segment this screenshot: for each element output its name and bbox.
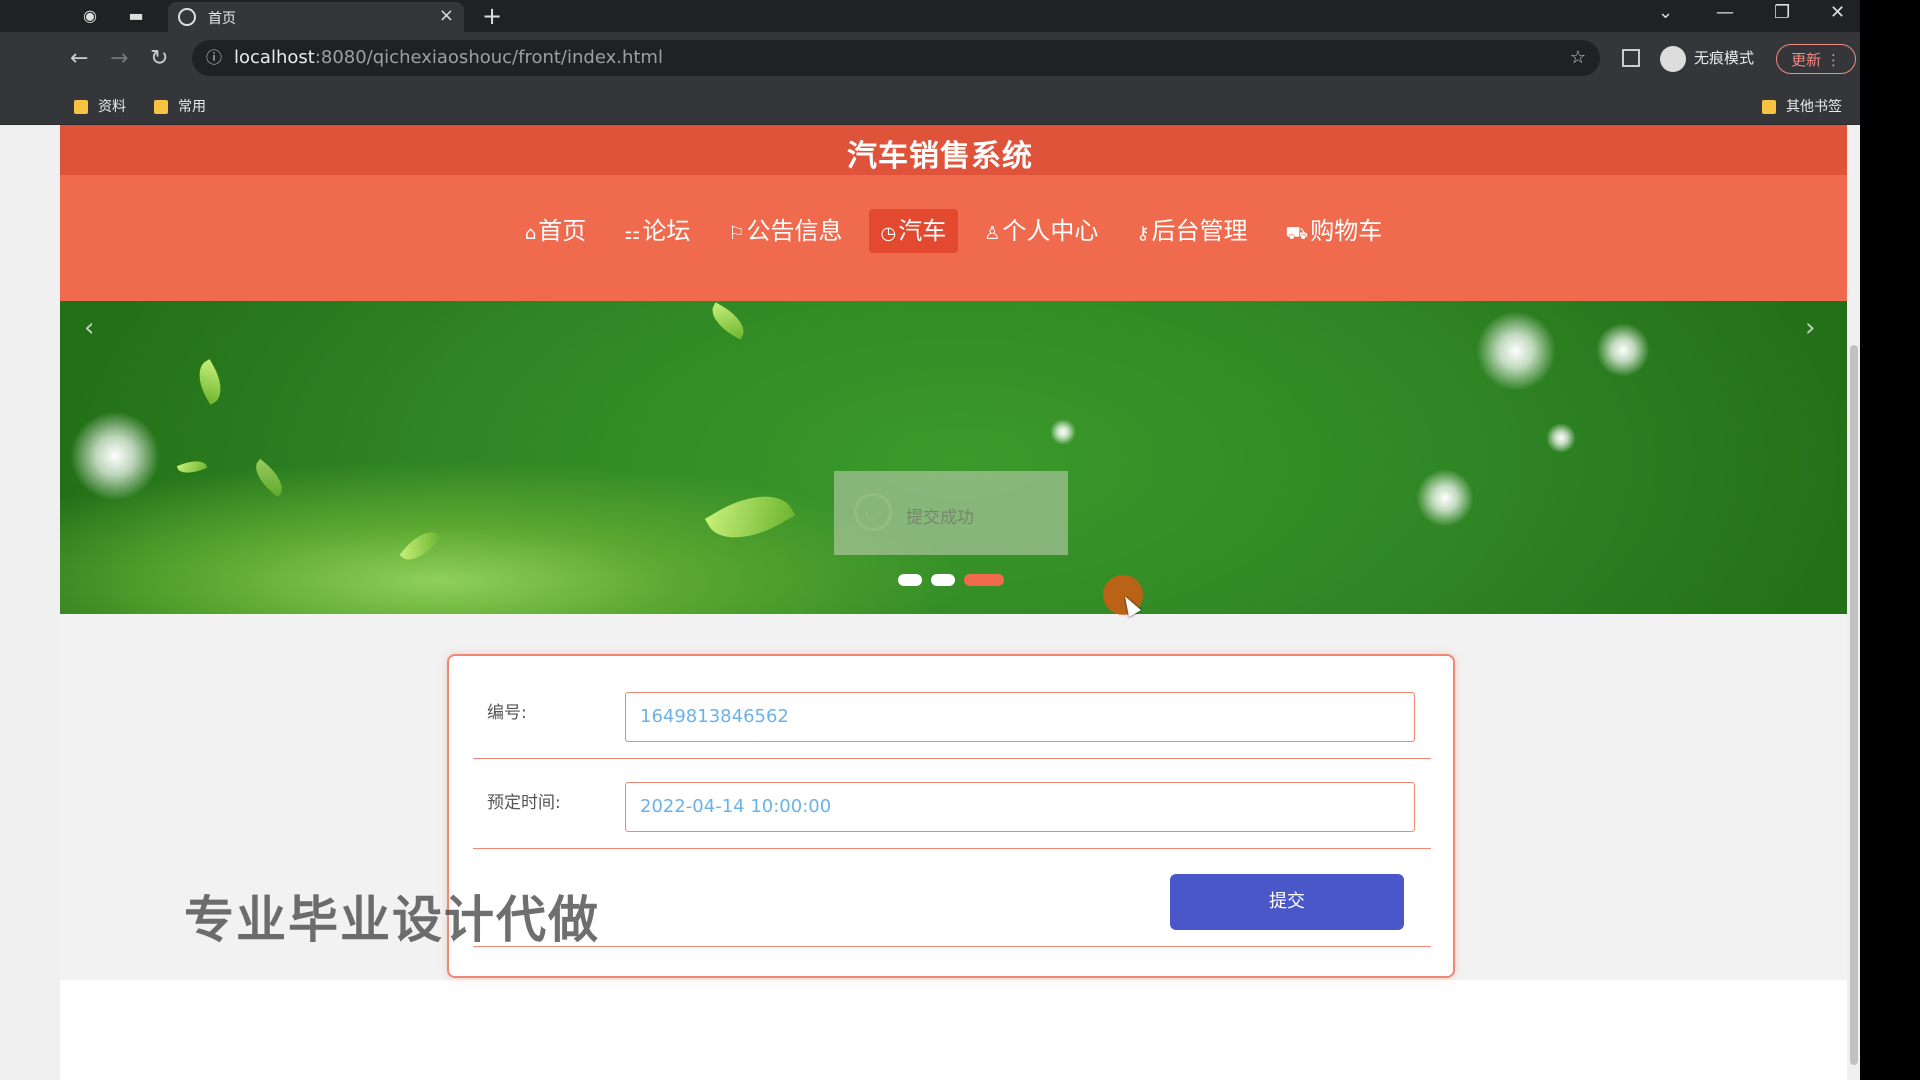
- browser-tab[interactable]: 首页 ×: [168, 2, 464, 32]
- carousel-dot[interactable]: [898, 574, 922, 586]
- site-title: 汽车销售系统: [847, 139, 1033, 174]
- site-info-icon[interactable]: ⓘ: [206, 40, 222, 76]
- light-glow: [1050, 419, 1076, 445]
- carousel-indicators: [898, 574, 1013, 588]
- close-tab-icon[interactable]: ×: [439, 5, 454, 26]
- nav-item-label: 后台管理: [1151, 217, 1248, 245]
- tab-title: 首页: [208, 11, 236, 27]
- carousel-dot[interactable]: [964, 574, 1004, 586]
- leaf-decoration: [399, 524, 441, 568]
- nav-item-5[interactable]: ⚷后台管理: [1124, 209, 1259, 253]
- nav-item-2[interactable]: ⚐公告信息: [716, 209, 854, 253]
- nav-item-4[interactable]: ♙个人中心: [972, 209, 1110, 253]
- nav-item-label: 购物车: [1310, 217, 1383, 245]
- address-bar[interactable]: ⓘ localhost:8080/qichexiaoshouc/front/in…: [192, 40, 1600, 76]
- profile-icon[interactable]: ◉: [80, 6, 100, 26]
- nav-item-label: 首页: [538, 217, 587, 245]
- booking-time-input[interactable]: 2022-04-14 10:00:00: [625, 782, 1415, 832]
- url-path: :8080/qichexiaoshouc/front/index.html: [314, 47, 663, 68]
- leaf-decoration: [705, 302, 751, 340]
- carousel-dot[interactable]: [931, 574, 955, 586]
- tab-bar: ◉ ▬ 首页 × + ⌄ — ❐ ✕: [0, 0, 1860, 32]
- bookmark-label: 常用: [178, 99, 206, 115]
- banner-carousel: ‹ › ◡ 提交成功: [60, 301, 1847, 614]
- site-header: 汽车销售系统: [60, 125, 1847, 175]
- nav-item-icon: ⚷: [1136, 223, 1150, 244]
- carousel-prev-icon[interactable]: ‹: [84, 313, 94, 343]
- folder-icon: [74, 100, 88, 114]
- reload-icon[interactable]: ↻: [150, 46, 168, 71]
- nav-item-label: 论坛: [642, 217, 691, 245]
- browser-toolbar: ← → ↻ ⓘ localhost:8080/qichexiaoshouc/fr…: [0, 32, 1860, 90]
- nav-item-0[interactable]: ⌂首页: [513, 209, 598, 253]
- nav-item-label: 公告信息: [746, 217, 843, 245]
- restore-icon[interactable]: ❐: [1774, 2, 1790, 23]
- url-host: localhost: [234, 47, 315, 68]
- tab-search-icon[interactable]: ⌄: [1658, 2, 1673, 23]
- update-label: 更新: [1791, 51, 1822, 69]
- close-window-icon[interactable]: ✕: [1830, 2, 1845, 23]
- nav-item-icon: ⚐: [728, 223, 745, 244]
- bookmark-folder-1[interactable]: 资料: [74, 98, 126, 116]
- light-glow: [1546, 423, 1576, 453]
- nav-item-icon: ⛟: [1285, 223, 1309, 244]
- bookmark-folder-2[interactable]: 常用: [154, 98, 206, 116]
- incognito-label: 无痕模式: [1694, 49, 1755, 67]
- other-bookmarks[interactable]: 其他书签: [1762, 98, 1842, 116]
- nav-item-6[interactable]: ⛟购物车: [1274, 209, 1395, 253]
- minimize-icon[interactable]: —: [1716, 2, 1734, 23]
- folder-icon: [1762, 100, 1776, 114]
- leaf-decoration: [176, 456, 208, 478]
- back-icon[interactable]: ←: [70, 46, 88, 71]
- leaf-decoration: [190, 359, 230, 405]
- forward-icon[interactable]: →: [110, 46, 128, 71]
- bookmarks-bar: 资料 常用 其他书签: [0, 90, 1860, 125]
- nav-item-label: 汽车: [898, 217, 947, 245]
- form-row-time: 预定时间: 2022-04-14 10:00:00: [473, 774, 1431, 849]
- watermark-text: 专业毕业设计代做: [184, 891, 600, 949]
- toast-message: 提交成功: [906, 508, 974, 528]
- light-glow: [1416, 469, 1474, 527]
- nav-item-icon: ♙: [984, 223, 1001, 244]
- nav-menu: ⌂首页 ⚏论坛 ⚐公告信息 ◷汽车 ♙个人中心 ⚷后台管理 ⛟购物车: [60, 209, 1847, 257]
- form-row-number: 编号: 1649813846562: [473, 684, 1431, 759]
- incognito-icon: [1660, 45, 1686, 72]
- leaf-decoration: [704, 478, 796, 556]
- folder-icon: [154, 100, 168, 114]
- nav-item-icon: ⚏: [624, 223, 641, 244]
- carousel-next-icon[interactable]: ›: [1805, 313, 1815, 343]
- update-button[interactable]: 更新 ⋮: [1776, 44, 1856, 74]
- bookmark-star-icon[interactable]: ☆: [1570, 40, 1586, 76]
- success-toast: ◡ 提交成功: [834, 471, 1068, 555]
- leaf-decoration: [248, 458, 290, 498]
- nav-item-icon: ⌂: [524, 223, 537, 244]
- page-scrollbar[interactable]: [1848, 125, 1860, 1080]
- booking-time-label: 预定时间:: [487, 793, 561, 813]
- main-nav: ⌂首页 ⚏论坛 ⚐公告信息 ◷汽车 ♙个人中心 ⚷后台管理 ⛟购物车: [60, 175, 1847, 301]
- nav-item-3[interactable]: ◷汽车: [868, 209, 959, 253]
- light-glow: [1596, 323, 1650, 377]
- bookmark-label: 资料: [98, 99, 126, 115]
- submit-button[interactable]: 提交: [1170, 874, 1404, 930]
- nav-item-icon: ◷: [880, 223, 897, 244]
- number-label: 编号:: [487, 703, 527, 723]
- other-bookmarks-label: 其他书签: [1786, 99, 1842, 115]
- url-text: localhost:8080/qichexiaoshouc/front/inde…: [234, 40, 663, 76]
- incognito-indicator[interactable]: 无痕模式: [1660, 42, 1754, 74]
- number-input[interactable]: 1649813846562: [625, 692, 1415, 742]
- globe-icon: [178, 8, 196, 26]
- light-glow: [70, 411, 160, 501]
- nav-item-1[interactable]: ⚏论坛: [612, 209, 702, 253]
- tab-overview-icon[interactable]: ▬: [126, 6, 146, 26]
- light-glow: [1476, 311, 1556, 391]
- nav-item-label: 个人中心: [1002, 217, 1099, 245]
- new-tab-icon[interactable]: +: [482, 2, 502, 30]
- screen: ◉ ▬ 首页 × + ⌄ — ❐ ✕ ← → ↻ ⓘ localhost:808…: [0, 0, 1920, 1080]
- scrollbar-thumb[interactable]: [1850, 345, 1858, 1065]
- smile-icon: ◡: [854, 493, 892, 531]
- side-panel-icon[interactable]: [1622, 49, 1640, 67]
